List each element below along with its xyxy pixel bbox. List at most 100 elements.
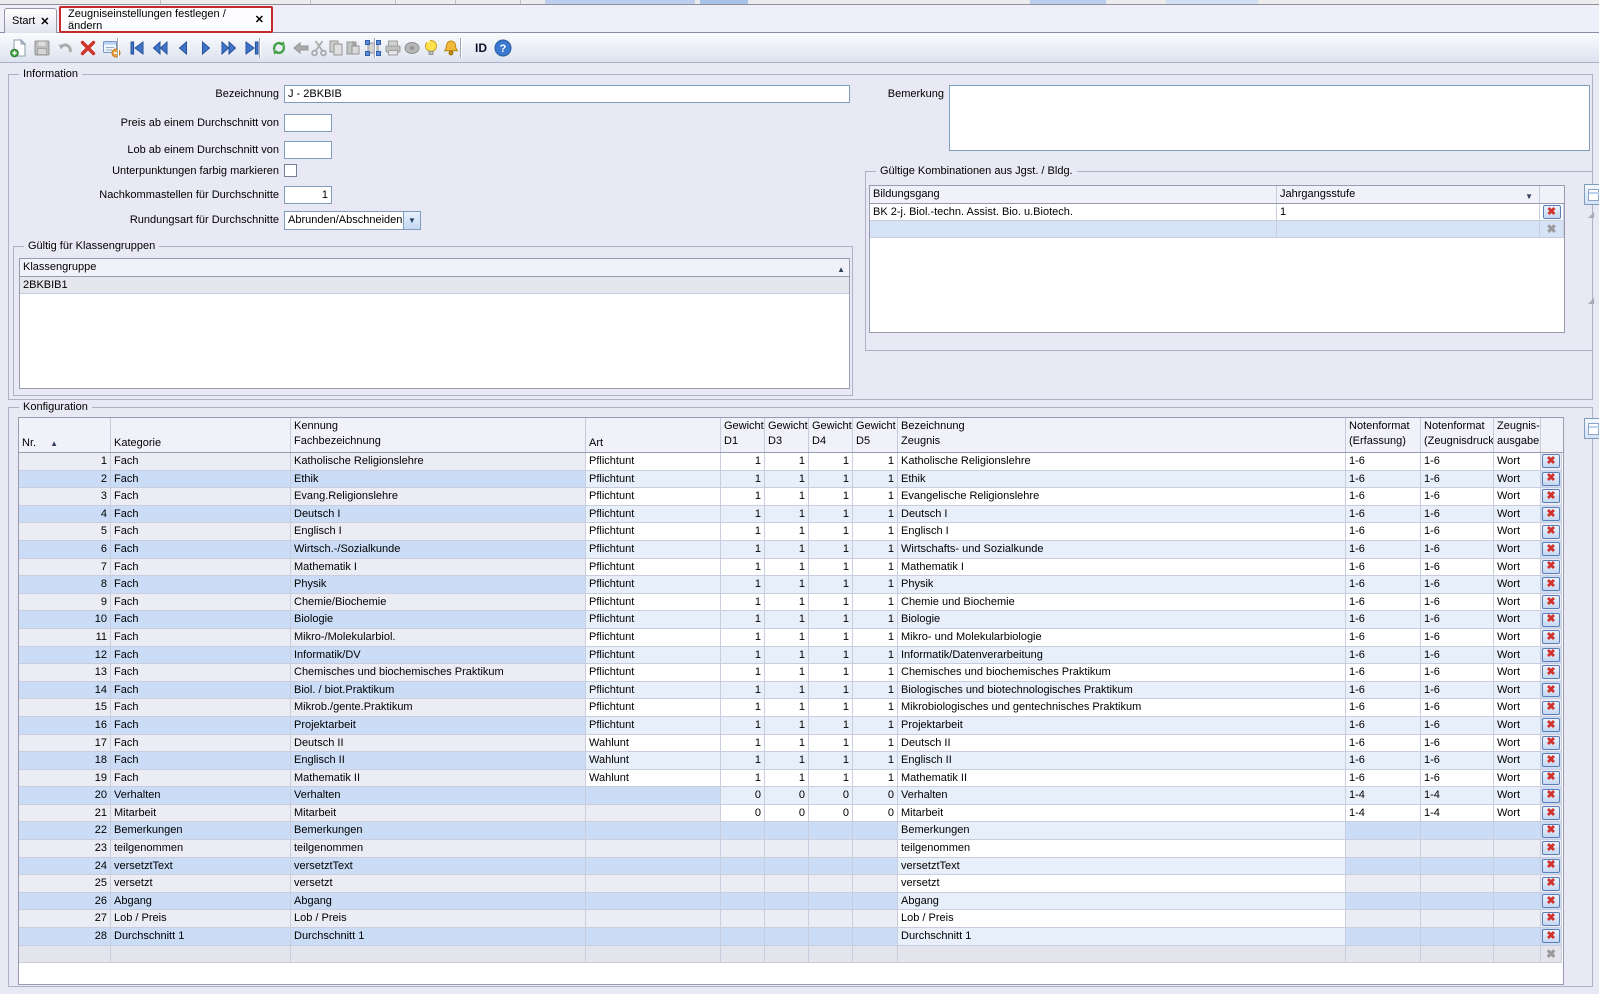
cell-notenformat-erfassung[interactable]: 1-6 <box>1346 682 1421 700</box>
delete-row-button[interactable]: ✖ <box>1542 560 1560 574</box>
cell-gewicht-d1[interactable]: 1 <box>721 770 765 788</box>
cell-gewicht-d3[interactable] <box>765 822 809 840</box>
cell-gewicht-d3[interactable]: 1 <box>765 647 809 665</box>
cell-art[interactable]: Pflichtunt <box>586 611 721 629</box>
cell-gewicht-d4[interactable]: 1 <box>809 682 853 700</box>
cell-bezeichnung-zeugnis[interactable]: Deutsch II <box>898 735 1346 753</box>
cell-gewicht-d5[interactable] <box>853 875 898 893</box>
cell-gewicht-d4[interactable]: 1 <box>809 717 853 735</box>
cell-bezeichnung-zeugnis[interactable]: Physik <box>898 576 1346 594</box>
cell-notenformat-zeugnisdruck[interactable] <box>1421 910 1494 928</box>
cell-gewicht-d3[interactable]: 1 <box>765 506 809 524</box>
cell-art[interactable]: Pflichtunt <box>586 647 721 665</box>
cell-zeugnisausgabe[interactable]: Wort <box>1494 787 1541 805</box>
cell-art[interactable]: Pflichtunt <box>586 576 721 594</box>
cell-art[interactable] <box>586 893 721 911</box>
cell-art[interactable] <box>586 858 721 876</box>
cell-gewicht-d3[interactable]: 1 <box>765 541 809 559</box>
cell-gewicht-d4[interactable]: 1 <box>809 506 853 524</box>
cell-bezeichnung-zeugnis[interactable]: Englisch I <box>898 523 1346 541</box>
cell-gewicht-d1[interactable]: 1 <box>721 523 765 541</box>
cell-zeugnisausgabe[interactable] <box>1494 822 1541 840</box>
cell-new-entry[interactable] <box>1346 946 1421 964</box>
cell-notenformat-erfassung[interactable]: 1-6 <box>1346 717 1421 735</box>
cell-gewicht-d5[interactable]: 1 <box>853 629 898 647</box>
cell-art[interactable]: Pflichtunt <box>586 717 721 735</box>
cell-new-entry[interactable] <box>853 946 898 964</box>
tab-zeugniseinstellungen[interactable]: Zeugniseinstellungen festlegen / ändern … <box>59 6 273 33</box>
delete-row-button[interactable]: ✖ <box>1542 683 1560 697</box>
cell-gewicht-d3[interactable]: 1 <box>765 699 809 717</box>
cell-bezeichnung-zeugnis[interactable]: versetzt <box>898 875 1346 893</box>
cell-gewicht-d4[interactable]: 1 <box>809 576 853 594</box>
cell-gewicht-d5[interactable]: 1 <box>853 735 898 753</box>
cell-notenformat-zeugnisdruck[interactable]: 1-6 <box>1421 629 1494 647</box>
cell-notenformat-zeugnisdruck[interactable]: 1-6 <box>1421 453 1494 471</box>
cell-notenformat-erfassung[interactable]: 1-6 <box>1346 453 1421 471</box>
cell-art[interactable]: Pflichtunt <box>586 506 721 524</box>
cell-new-entry[interactable] <box>809 946 853 964</box>
cell-notenformat-erfassung[interactable] <box>1346 858 1421 876</box>
cell-bezeichnung-zeugnis[interactable]: teilgenommen <box>898 840 1346 858</box>
delete-row-button[interactable]: ✖ <box>1542 701 1560 715</box>
cell-gewicht-d5[interactable]: 1 <box>853 523 898 541</box>
cell-notenformat-zeugnisdruck[interactable]: 1-6 <box>1421 735 1494 753</box>
bemerkung-textarea[interactable] <box>949 85 1590 151</box>
cell-zeugnisausgabe[interactable]: Wort <box>1494 594 1541 612</box>
cell-bezeichnung-zeugnis[interactable]: Durchschnitt 1 <box>898 928 1346 946</box>
cell-art[interactable]: Pflichtunt <box>586 523 721 541</box>
cell-bezeichnung-zeugnis[interactable]: Evangelische Religionslehre <box>898 488 1346 506</box>
cell-bezeichnung-zeugnis[interactable]: Ethik <box>898 471 1346 489</box>
cell-gewicht-d5[interactable]: 1 <box>853 770 898 788</box>
cell-bezeichnung-zeugnis[interactable]: Wirtschafts- und Sozialkunde <box>898 541 1346 559</box>
delete-row-button[interactable]: ✖ <box>1542 877 1560 891</box>
kombinationen-edit-button[interactable] <box>1584 184 1599 205</box>
cell-gewicht-d5[interactable]: 1 <box>853 664 898 682</box>
cell-bezeichnung-zeugnis[interactable]: Mathematik I <box>898 559 1346 577</box>
cell-zeugnisausgabe[interactable]: Wort <box>1494 752 1541 770</box>
cell-zeugnisausgabe[interactable]: Wort <box>1494 523 1541 541</box>
cell-zeugnisausgabe[interactable] <box>1494 910 1541 928</box>
nav-fast-prev-icon[interactable] <box>149 37 171 59</box>
cell-zeugnisausgabe[interactable]: Wort <box>1494 488 1541 506</box>
id-button[interactable]: ID <box>470 37 492 59</box>
cell-bezeichnung-zeugnis[interactable]: Verhalten <box>898 787 1346 805</box>
cell-gewicht-d1[interactable]: 1 <box>721 576 765 594</box>
cell-zeugnisausgabe[interactable] <box>1494 893 1541 911</box>
cell-bezeichnung-zeugnis[interactable]: Mathematik II <box>898 770 1346 788</box>
bell-icon[interactable] <box>440 37 462 59</box>
cell-gewicht-d4[interactable]: 1 <box>809 752 853 770</box>
cell-gewicht-d5[interactable]: 1 <box>853 506 898 524</box>
cell-gewicht-d5[interactable]: 0 <box>853 805 898 823</box>
cell-gewicht-d3[interactable]: 1 <box>765 664 809 682</box>
cell-art[interactable]: Pflichtunt <box>586 664 721 682</box>
cell-notenformat-zeugnisdruck[interactable]: 1-6 <box>1421 611 1494 629</box>
cell-new-entry[interactable] <box>19 946 111 964</box>
preis-input[interactable] <box>284 114 332 132</box>
cell-new-entry[interactable] <box>1421 946 1494 964</box>
konfiguration-col-3[interactable]: Art <box>586 418 721 452</box>
cell-notenformat-zeugnisdruck[interactable] <box>1421 875 1494 893</box>
cell-bezeichnung-zeugnis[interactable]: Katholische Religionslehre <box>898 453 1346 471</box>
cell-gewicht-d1[interactable]: 1 <box>721 647 765 665</box>
bulb-icon[interactable] <box>420 37 442 59</box>
cell-gewicht-d4[interactable]: 1 <box>809 735 853 753</box>
rundungsart-combobox[interactable]: Abrunden/Abschneiden ▼ <box>284 211 421 230</box>
form-remove-icon[interactable] <box>100 37 122 59</box>
cell-zeugnisausgabe[interactable]: Wort <box>1494 647 1541 665</box>
cell-gewicht-d3[interactable]: 1 <box>765 752 809 770</box>
cell-notenformat-zeugnisdruck[interactable]: 1-6 <box>1421 682 1494 700</box>
klassengruppen-col-klassengruppe[interactable]: Klassengruppe▲ <box>20 259 849 276</box>
cell-gewicht-d5[interactable] <box>853 822 898 840</box>
cell-gewicht-d1[interactable]: 1 <box>721 559 765 577</box>
cell-gewicht-d1[interactable]: 1 <box>721 629 765 647</box>
cell-notenformat-zeugnisdruck[interactable] <box>1421 822 1494 840</box>
konfiguration-col-5[interactable]: Gewicht D3 <box>765 418 809 452</box>
cell-notenformat-zeugnisdruck[interactable]: 1-6 <box>1421 647 1494 665</box>
help-icon[interactable]: ? <box>492 37 514 59</box>
cell-zeugnisausgabe[interactable]: Wort <box>1494 611 1541 629</box>
cell-gewicht-d4[interactable]: 0 <box>809 805 853 823</box>
cell-gewicht-d4[interactable] <box>809 875 853 893</box>
cell-gewicht-d5[interactable]: 1 <box>853 541 898 559</box>
cell-art[interactable] <box>586 875 721 893</box>
